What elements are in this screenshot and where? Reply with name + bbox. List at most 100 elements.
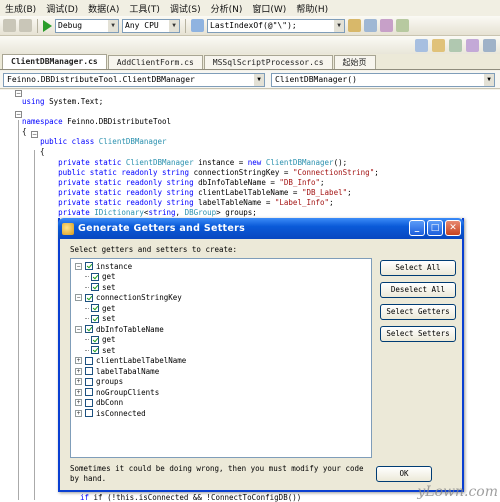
checkbox[interactable]: [91, 283, 99, 291]
minimize-icon[interactable]: _: [409, 220, 425, 236]
checkbox[interactable]: [91, 314, 99, 323]
checkbox[interactable]: [91, 272, 99, 281]
document-tab[interactable]: MSSqlScriptProcessor.cs: [203, 55, 333, 69]
accessor-node[interactable]: get: [85, 335, 116, 345]
menu-item[interactable]: 数据(A): [83, 2, 124, 15]
checkbox[interactable]: [85, 356, 93, 365]
keyword: readonly: [125, 188, 162, 197]
collapse-icon[interactable]: −: [15, 111, 22, 118]
menu-item[interactable]: 分析(N): [206, 2, 248, 15]
find-in-files-icon[interactable]: [348, 19, 361, 32]
find-icon[interactable]: [191, 19, 204, 32]
keyword: private: [58, 158, 90, 167]
outline-guide: [18, 120, 19, 500]
menu-item[interactable]: 工具(T): [124, 2, 165, 15]
expand-icon[interactable]: +: [75, 409, 82, 417]
accessor-node[interactable]: get: [85, 303, 116, 313]
indent-icon[interactable]: [483, 38, 496, 52]
field-node[interactable]: + groups: [75, 377, 123, 387]
close-icon[interactable]: ✕: [445, 220, 461, 236]
field-node[interactable]: − instance: [75, 261, 132, 271]
field-node[interactable]: + dbConn: [75, 398, 123, 408]
tree-connector: [85, 339, 89, 340]
field-node[interactable]: + isConnected: [75, 408, 146, 418]
field-node[interactable]: + clientLabelTabelName: [75, 356, 186, 366]
field-node[interactable]: + noGroupClients: [75, 387, 159, 397]
accessor-node[interactable]: set: [85, 314, 116, 324]
maximize-icon[interactable]: □: [427, 220, 443, 236]
checkbox[interactable]: [91, 346, 99, 354]
accessor-node[interactable]: set: [85, 282, 116, 292]
checkbox[interactable]: [85, 367, 93, 375]
checkbox[interactable]: [85, 398, 93, 407]
expand-icon[interactable]: +: [75, 399, 82, 406]
string-literal: "Label_Info": [274, 198, 330, 207]
keyword: static: [94, 188, 122, 197]
ok-button[interactable]: OK: [376, 466, 432, 482]
select-getters-button[interactable]: Select Getters: [380, 304, 456, 320]
back-icon[interactable]: [3, 19, 16, 32]
field-node[interactable]: − dbInfoTableName: [75, 324, 164, 334]
fields-tree[interactable]: − instance get set − connectionStringKey get se…: [70, 258, 372, 458]
checkbox[interactable]: [85, 293, 93, 302]
deselect-all-button[interactable]: Deselect All: [380, 282, 456, 298]
collapse-icon[interactable]: −: [75, 325, 82, 333]
accessor-node[interactable]: set: [85, 345, 116, 355]
menu-item[interactable]: 窗口(W): [247, 2, 291, 15]
menu-item[interactable]: 调试(D): [41, 2, 83, 15]
properties-icon[interactable]: [380, 19, 393, 32]
collapse-icon[interactable]: −: [75, 294, 82, 301]
menu-item[interactable]: 帮助(H): [291, 2, 333, 15]
comment-icon[interactable]: [466, 38, 479, 52]
node-label: clientLabelTabelName: [96, 356, 187, 365]
field-node[interactable]: − connectionStringKey: [75, 293, 182, 303]
toolbox-icon[interactable]: [396, 19, 409, 32]
find-combo[interactable]: LastIndexOf(@"\"); ▼: [207, 18, 345, 33]
accessor-node[interactable]: get: [85, 272, 116, 282]
keyword: namespace: [22, 117, 63, 126]
code-token: Feinno: [67, 117, 95, 126]
field-node[interactable]: + labelTabalName: [75, 366, 159, 376]
platform-select[interactable]: Any CPU ▼: [122, 18, 180, 33]
expand-icon[interactable]: +: [75, 357, 82, 364]
platform-value: Any CPU: [125, 20, 159, 30]
menu-bar: 生成(B) 调试(D) 数据(A) 工具(T) 调试(S) 分析(N) 窗口(W) 帮助(H): [0, 0, 500, 16]
expand-icon[interactable]: +: [75, 378, 82, 385]
type-dropdown[interactable]: Feinno.DBDistributeTool.ClientDBManager ▼: [3, 72, 265, 87]
checkbox[interactable]: [85, 325, 93, 333]
code-token: connectionStringKey: [193, 168, 280, 177]
menu-item[interactable]: 生成(B): [0, 2, 41, 15]
collapse-icon[interactable]: −: [75, 262, 82, 270]
code-token: ;: [329, 198, 334, 207]
forward-icon[interactable]: [19, 19, 32, 32]
bookmark-icon[interactable]: [449, 38, 462, 52]
menu-item[interactable]: 调试(S): [165, 2, 206, 15]
checkbox[interactable]: [91, 304, 99, 312]
expand-icon[interactable]: +: [75, 388, 82, 396]
code-token: ,: [175, 208, 185, 217]
document-tab[interactable]: AddClientForm.cs: [107, 55, 203, 69]
solution-explorer-icon[interactable]: [364, 19, 377, 32]
select-setters-button[interactable]: Select Setters: [380, 326, 456, 342]
object-browser-icon[interactable]: [415, 38, 428, 52]
code-line: {: [22, 147, 45, 157]
start-debug-icon[interactable]: [43, 19, 52, 32]
keyword: private: [58, 178, 90, 187]
select-all-button[interactable]: Select All: [380, 260, 456, 276]
collapse-icon[interactable]: −: [15, 90, 22, 97]
checkbox[interactable]: [85, 409, 93, 417]
tree-connector: [85, 318, 89, 319]
member-dropdown[interactable]: ClientDBManager() ▼: [271, 72, 495, 87]
expand-icon[interactable]: +: [75, 367, 82, 375]
checkbox[interactable]: [85, 377, 93, 386]
class-view-icon[interactable]: [432, 38, 445, 52]
checkbox[interactable]: [85, 262, 93, 270]
code-line: public static readonly string connection…: [22, 168, 379, 178]
configuration-select[interactable]: Debug ▼: [55, 18, 119, 33]
checkbox[interactable]: [91, 335, 99, 344]
document-tab[interactable]: ClientDBManager.cs: [2, 54, 107, 69]
document-tab[interactable]: 起始页: [333, 55, 376, 69]
dialog-titlebar[interactable]: Generate Getters and Setters _ □ ✕: [58, 218, 464, 239]
checkbox[interactable]: [85, 388, 93, 396]
